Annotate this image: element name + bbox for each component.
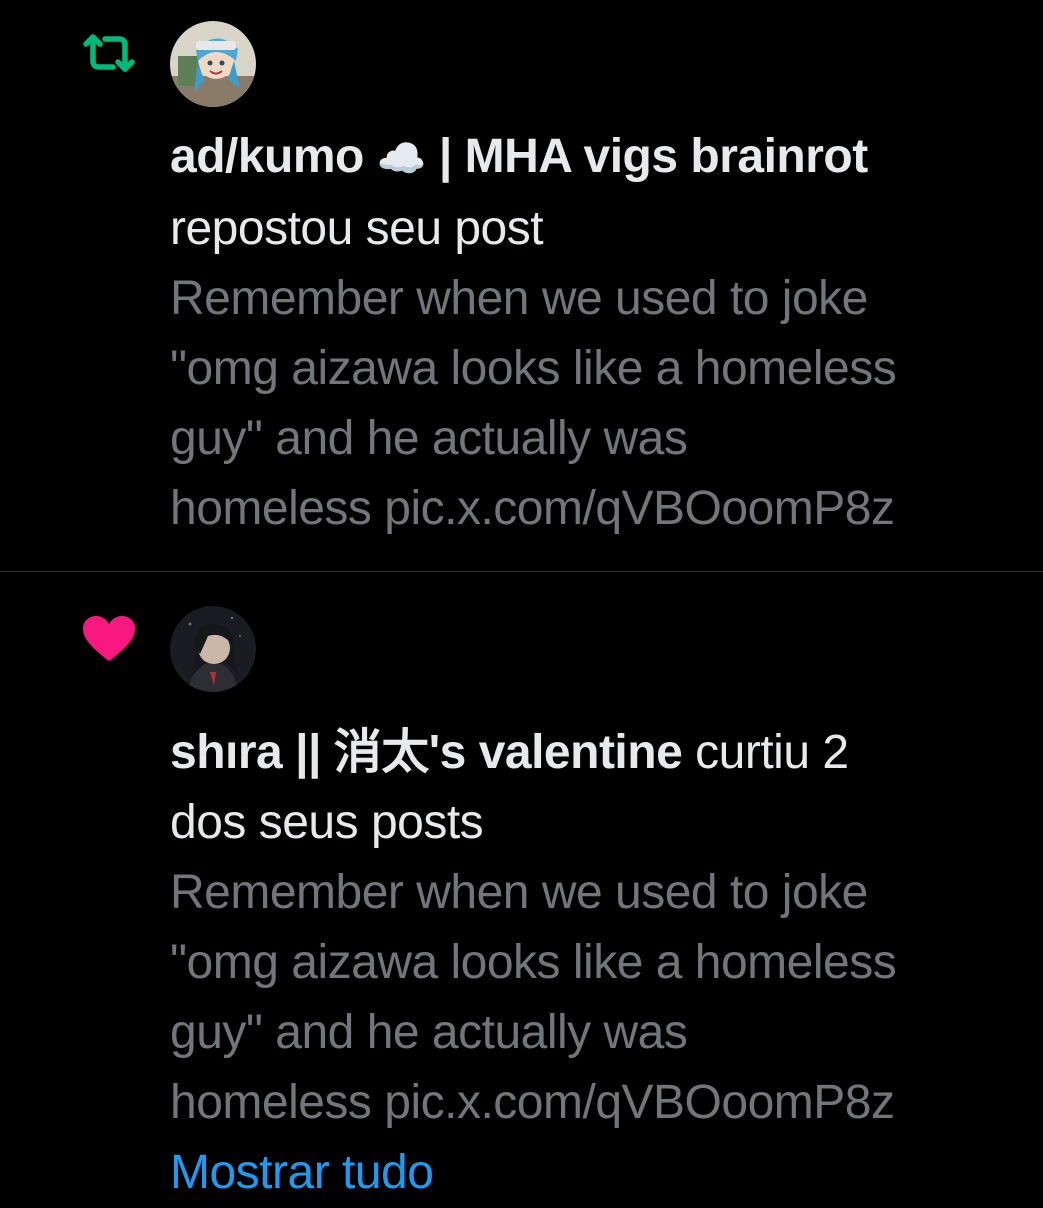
- snippet-line: Remember when we used to joke: [170, 272, 868, 325]
- cloud-emoji: ☁️: [376, 137, 427, 181]
- action-text-continued: dos seus posts: [170, 796, 484, 849]
- post-snippet[interactable]: Remember when we used to joke "omg aizawa…: [170, 264, 1030, 544]
- notification-headline: ad/kumo ☁️ | MHA vigs brainrot repostou s…: [170, 122, 1030, 264]
- post-snippet[interactable]: Remember when we used to joke "omg aizawa…: [170, 858, 1030, 1138]
- repost-icon: [78, 22, 140, 84]
- snippet-line: "omg aizawa looks like a homeless: [170, 936, 897, 989]
- actor-name[interactable]: shıra || 消太's valentine: [170, 726, 683, 779]
- actor-name-suffix[interactable]: | MHA vigs brainrot: [426, 130, 868, 183]
- avatar[interactable]: [170, 606, 256, 692]
- notification-text: ad/kumo ☁️ | MHA vigs brainrot repostou s…: [170, 122, 1030, 544]
- show-all-link[interactable]: Mostrar tudo: [170, 1138, 1030, 1208]
- snippet-line: homeless pic.x.com/qVBOoomP8z: [170, 482, 895, 535]
- notification-repost[interactable]: ad/kumo ☁️ | MHA vigs brainrot repostou s…: [0, 0, 1043, 571]
- notification-like[interactable]: shıra || 消太's valentine curtiu 2 dos seus…: [0, 572, 1043, 1199]
- avatar[interactable]: [170, 21, 256, 107]
- snippet-line: homeless pic.x.com/qVBOoomP8z: [170, 1076, 895, 1129]
- actor-name[interactable]: ad/kumo: [170, 130, 364, 183]
- snippet-line: guy" and he actually was: [170, 412, 688, 465]
- heart-icon: [78, 608, 140, 670]
- notification-text: shıra || 消太's valentine curtiu 2 dos seus…: [170, 718, 1030, 1208]
- snippet-line: Remember when we used to joke: [170, 866, 868, 919]
- snippet-line: "omg aizawa looks like a homeless: [170, 342, 897, 395]
- notification-headline: shıra || 消太's valentine curtiu 2 dos seus…: [170, 718, 1030, 858]
- action-text: repostou seu post: [170, 202, 544, 255]
- action-text: curtiu 2: [682, 726, 849, 779]
- snippet-line: guy" and he actually was: [170, 1006, 688, 1059]
